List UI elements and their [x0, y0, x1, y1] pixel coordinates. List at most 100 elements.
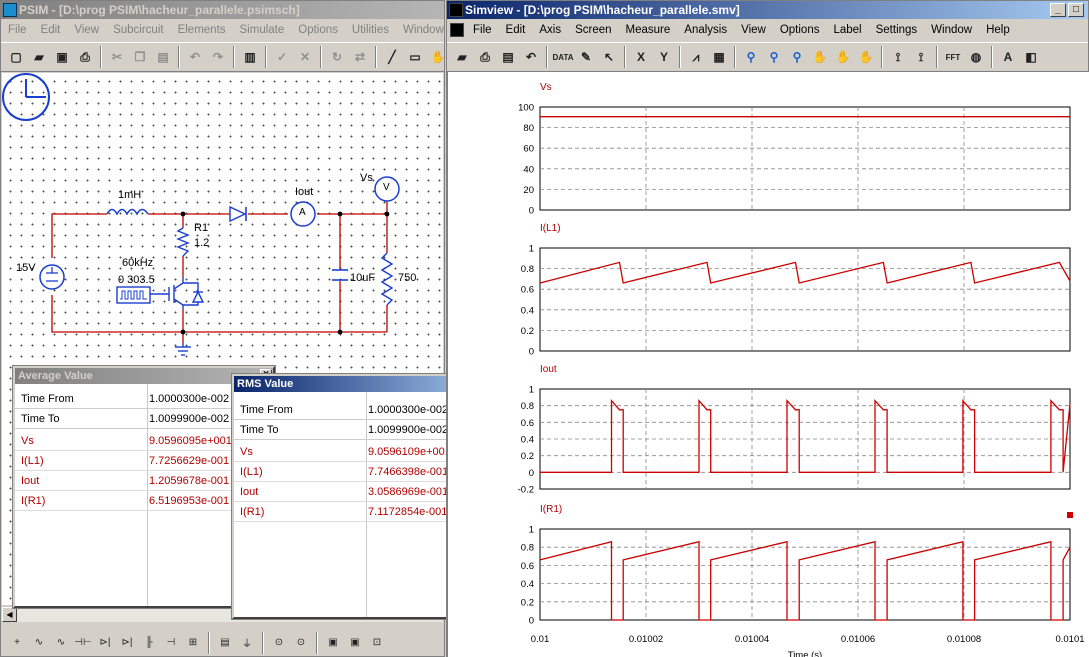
simview-menu-analysis[interactable]: Analysis — [677, 24, 734, 36]
voltmeter-symbol-label: V — [383, 182, 390, 193]
switch-element-icon[interactable]: ⊣ — [161, 632, 181, 654]
more-icon[interactable]: ⊡ — [367, 632, 387, 654]
simview-maximize-button[interactable]: □ — [1068, 3, 1084, 17]
paste-icon[interactable]: ▤ — [152, 46, 174, 68]
inductor-symbol — [106, 208, 149, 216]
simview-menu-axis[interactable]: Axis — [532, 24, 568, 36]
rms-signal-name: Iout — [240, 486, 259, 498]
psim-menu-window[interactable]: Window — [396, 24, 444, 36]
simview-doc-icon[interactable] — [450, 23, 464, 37]
pan-hand-left-icon[interactable]: ✋ — [832, 46, 854, 68]
simview-menu-label[interactable]: Label — [826, 24, 868, 36]
y-tick-label: 0.2 — [521, 326, 534, 337]
simview-menu-help[interactable]: Help — [979, 24, 1017, 36]
dc-source-symbol — [39, 264, 65, 290]
series-line-iout — [540, 398, 1071, 473]
simview-menu-edit[interactable]: Edit — [499, 24, 533, 36]
simview-menu-view[interactable]: View — [734, 24, 773, 36]
save-icon[interactable]: ▣ — [51, 46, 73, 68]
pan-hand-right-icon[interactable]: ✋ — [855, 46, 877, 68]
measure-icon[interactable]: ⟟ — [887, 46, 909, 68]
print-icon[interactable]: ⎙ — [474, 46, 496, 68]
cut-icon[interactable]: ✂ — [106, 46, 128, 68]
ground-element-icon[interactable]: + — [7, 632, 27, 654]
series-marker — [1067, 512, 1073, 518]
flip-icon[interactable]: ⇄ — [349, 46, 371, 68]
edit-data-icon[interactable]: ✎ — [575, 46, 597, 68]
redo-icon[interactable]: ↷ — [207, 46, 229, 68]
igbt-element-icon[interactable]: ╟ — [139, 632, 159, 654]
color-icon[interactable]: ◧ — [1020, 46, 1042, 68]
psim-menu-simulate[interactable]: Simulate — [233, 24, 292, 36]
simview-menu-options[interactable]: Options — [773, 24, 827, 36]
psim-menu-elements[interactable]: Elements — [171, 24, 233, 36]
psim-menu-options[interactable]: Options — [291, 24, 345, 36]
cross-icon[interactable]: ✕ — [294, 46, 316, 68]
psim-menu-utilities[interactable]: Utilities — [345, 24, 396, 36]
x-tick-label: 0.01004 — [735, 634, 769, 645]
print-icon[interactable]: ⎙ — [74, 46, 96, 68]
diode-element-icon[interactable]: ⊳| — [95, 632, 115, 654]
rms-time-from-value: 1.0000300e-002 — [368, 404, 449, 416]
duty-label: 0 303.5 — [118, 274, 155, 286]
chart-icon[interactable]: ⩘ — [685, 46, 707, 68]
fft-icon[interactable]: FFT — [942, 46, 964, 68]
y-axis-icon[interactable]: Y — [653, 46, 675, 68]
psim-menu-subcircuit[interactable]: Subcircuit — [106, 24, 171, 36]
undo-icon[interactable]: ↶ — [520, 46, 542, 68]
voltage-probe-icon[interactable]: ⊙ — [269, 632, 289, 654]
capacitor-element-icon[interactable]: ⊣⊢ — [73, 632, 93, 654]
probe-element-icon[interactable]: ⏚ — [237, 632, 257, 654]
hand-icon[interactable]: ✋ — [427, 46, 444, 68]
y-tick-label: 0.8 — [521, 264, 534, 275]
open-folder-icon[interactable]: ▰ — [451, 46, 473, 68]
psim-menu-file[interactable]: File — [1, 24, 34, 36]
simview-menu-file[interactable]: File — [466, 24, 499, 36]
scope2-icon[interactable]: ▣ — [345, 632, 365, 654]
simview-menu-settings[interactable]: Settings — [869, 24, 925, 36]
inductor-element-icon[interactable]: ∿ — [51, 632, 71, 654]
resistor-element-icon[interactable]: ∿ — [29, 632, 49, 654]
thyristor-element-icon[interactable]: ⊳| — [117, 632, 137, 654]
psim-menu-edit[interactable]: Edit — [34, 24, 68, 36]
globe-icon[interactable]: ◍ — [965, 46, 987, 68]
zoom-icon[interactable]: ⚲ — [740, 46, 762, 68]
meter-element-icon[interactable]: ▤ — [215, 632, 235, 654]
new-file-icon[interactable]: ▢ — [5, 46, 27, 68]
scope-icon[interactable]: ▣ — [323, 632, 343, 654]
x-axis-icon[interactable]: X — [630, 46, 652, 68]
average-time-to-label: Time To — [21, 413, 60, 425]
copy-icon[interactable]: ▤ — [497, 46, 519, 68]
simview-minimize-button[interactable]: _ — [1050, 3, 1066, 17]
simview-titlebar[interactable]: Simview - [D:\prog PSIM\hacheur_parallel… — [447, 1, 1088, 19]
select-icon[interactable]: ↖ — [598, 46, 620, 68]
waveform-plot-area[interactable]: Vs 100 80 60 40 20 0 I(L1) 1 0.8 0.6 0.4 0.2 0 Iout 1 0.… — [447, 72, 1089, 657]
rotate-icon[interactable]: ↻ — [326, 46, 348, 68]
average-signal-name: Iout — [21, 475, 40, 487]
pan-hand-icon[interactable]: ✋ — [809, 46, 831, 68]
source-element-icon[interactable]: ⊞ — [183, 632, 203, 654]
psim-menu-view[interactable]: View — [67, 24, 106, 36]
psim-titlebar[interactable]: PSIM - [D:\prog PSIM\hacheur_parallele.p… — [1, 1, 444, 19]
label-icon[interactable]: ▭ — [404, 46, 426, 68]
clipboard-icon[interactable]: ▥ — [239, 46, 261, 68]
zoom-out-icon[interactable]: ⚲ — [786, 46, 808, 68]
screen-icon[interactable]: ▦ — [708, 46, 730, 68]
text-label-icon[interactable]: A — [997, 46, 1019, 68]
zoom-in-icon[interactable]: ⚲ — [763, 46, 785, 68]
plot-panel-ir1: I(R1) 1 0.8 0.6 0.4 0.2 0 — [521, 504, 1071, 627]
wire-icon[interactable]: ╱ — [381, 46, 403, 68]
current-probe-icon[interactable]: ⊙ — [291, 632, 311, 654]
check-icon[interactable]: ✓ — [271, 46, 293, 68]
scroll-left-button[interactable]: ◀ — [2, 607, 17, 622]
undo-icon[interactable]: ↶ — [184, 46, 206, 68]
waveform-chart: Vs100806040200I(L1)10.80.60.40.20Iout10.… — [518, 82, 1085, 657]
simview-menu-screen[interactable]: Screen — [568, 24, 618, 36]
simview-menu-window[interactable]: Window — [924, 24, 979, 36]
data-icon[interactable]: DATA — [552, 46, 574, 68]
measure-text-icon[interactable]: ⟟ — [910, 46, 932, 68]
simview-menu-measure[interactable]: Measure — [619, 24, 678, 36]
open-folder-icon[interactable]: ▰ — [28, 46, 50, 68]
copy-icon[interactable]: ❐ — [129, 46, 151, 68]
series-line-ir1 — [539, 540, 1071, 621]
